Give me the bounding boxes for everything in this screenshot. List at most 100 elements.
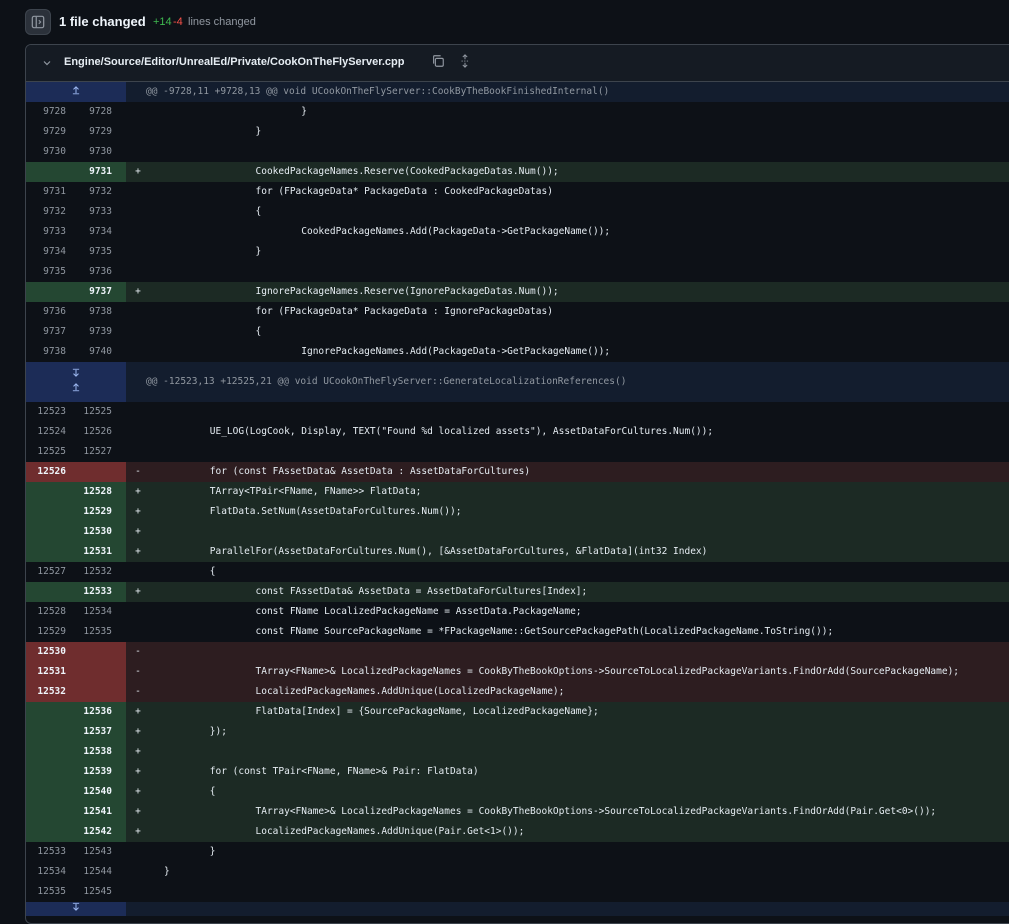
old-line-number[interactable]: 12529: [26, 622, 70, 642]
file-tree-toggle-button[interactable]: [25, 9, 51, 35]
diff-line-added: 12531 + ParallelFor(AssetDataForCultures.…: [26, 542, 1009, 562]
old-line-number[interactable]: 12526: [26, 462, 70, 482]
new-line-number[interactable]: 9732: [70, 182, 126, 202]
diff-line-context: 12527 12532 {: [26, 562, 1009, 582]
copy-path-button[interactable]: [431, 54, 445, 73]
new-line-number[interactable]: 12525: [70, 402, 126, 422]
expand-lines-button[interactable]: [26, 902, 126, 916]
new-line-number[interactable]: [70, 642, 126, 662]
old-line-number[interactable]: [26, 162, 70, 182]
new-line-number[interactable]: 9736: [70, 262, 126, 282]
new-line-number[interactable]: 12544: [70, 862, 126, 882]
old-line-number[interactable]: 12534: [26, 862, 70, 882]
new-line-number[interactable]: [70, 462, 126, 482]
expand-down-icon: [71, 368, 81, 382]
expand-all-button[interactable]: [458, 54, 472, 73]
code-text: for (const FAssetData& AssetData : Asset…: [144, 462, 1009, 482]
old-line-number[interactable]: [26, 782, 70, 802]
old-line-number[interactable]: 9730: [26, 142, 70, 162]
old-line-number[interactable]: 12531: [26, 662, 70, 682]
change-marker: [126, 302, 144, 322]
old-line-number[interactable]: [26, 542, 70, 562]
new-line-number[interactable]: 12534: [70, 602, 126, 622]
old-line-number[interactable]: 12532: [26, 682, 70, 702]
new-line-number[interactable]: 12545: [70, 882, 126, 902]
old-line-number[interactable]: 12533: [26, 842, 70, 862]
old-line-number[interactable]: [26, 762, 70, 782]
new-line-number[interactable]: 9731: [70, 162, 126, 182]
old-line-number[interactable]: 9728: [26, 102, 70, 122]
old-line-number[interactable]: [26, 502, 70, 522]
new-line-number[interactable]: 9737: [70, 282, 126, 302]
chevron-down-icon: [43, 61, 51, 66]
new-line-number[interactable]: 12540: [70, 782, 126, 802]
new-line-number[interactable]: 12536: [70, 702, 126, 722]
change-marker: +: [126, 762, 144, 782]
new-line-number[interactable]: 12537: [70, 722, 126, 742]
old-line-number[interactable]: 9735: [26, 262, 70, 282]
expand-lines-button[interactable]: [26, 362, 126, 402]
change-marker: +: [126, 542, 144, 562]
new-line-number[interactable]: 12531: [70, 542, 126, 562]
expand-lines-button[interactable]: [26, 82, 126, 102]
new-line-number[interactable]: 12528: [70, 482, 126, 502]
old-line-number[interactable]: 12535: [26, 882, 70, 902]
collapse-file-button[interactable]: [41, 56, 53, 74]
new-line-number[interactable]: 12532: [70, 562, 126, 582]
old-line-number[interactable]: [26, 702, 70, 722]
new-line-number[interactable]: 12526: [70, 422, 126, 442]
new-line-number[interactable]: 9739: [70, 322, 126, 342]
new-line-number[interactable]: 9738: [70, 302, 126, 322]
new-line-number[interactable]: 9733: [70, 202, 126, 222]
old-line-number[interactable]: [26, 802, 70, 822]
new-line-number[interactable]: 9735: [70, 242, 126, 262]
new-line-number[interactable]: 12543: [70, 842, 126, 862]
new-line-number[interactable]: 12542: [70, 822, 126, 842]
diff-line-context: 12534 12544}: [26, 862, 1009, 882]
old-line-number[interactable]: 9737: [26, 322, 70, 342]
change-marker: [126, 422, 144, 442]
old-line-number[interactable]: [26, 482, 70, 502]
new-line-number[interactable]: 12527: [70, 442, 126, 462]
new-line-number[interactable]: 9734: [70, 222, 126, 242]
old-line-number[interactable]: [26, 742, 70, 762]
old-line-number[interactable]: 9738: [26, 342, 70, 362]
old-line-number[interactable]: 9729: [26, 122, 70, 142]
old-line-number[interactable]: 9731: [26, 182, 70, 202]
new-line-number[interactable]: [70, 682, 126, 702]
old-line-number[interactable]: 12524: [26, 422, 70, 442]
old-line-number[interactable]: 9736: [26, 302, 70, 322]
file-diff: Engine/Source/Editor/UnrealEd/Private/Co…: [25, 44, 1009, 924]
old-line-number[interactable]: 12528: [26, 602, 70, 622]
new-line-number[interactable]: 9730: [70, 142, 126, 162]
old-line-number[interactable]: 12523: [26, 402, 70, 422]
new-line-number[interactable]: 9728: [70, 102, 126, 122]
new-line-number[interactable]: 12533: [70, 582, 126, 602]
old-line-number[interactable]: [26, 722, 70, 742]
old-line-number[interactable]: 9734: [26, 242, 70, 262]
new-line-number[interactable]: 12539: [70, 762, 126, 782]
old-line-number[interactable]: 9733: [26, 222, 70, 242]
new-line-number[interactable]: 12535: [70, 622, 126, 642]
change-marker: [126, 882, 144, 902]
diff-line-context: 9731 9732 for (FPackageData* PackageData …: [26, 182, 1009, 202]
old-line-number[interactable]: 12525: [26, 442, 70, 462]
old-line-number[interactable]: 9732: [26, 202, 70, 222]
old-line-number[interactable]: [26, 282, 70, 302]
diff-line-context: 9736 9738 for (FPackageData* PackageData …: [26, 302, 1009, 322]
old-line-number[interactable]: 12530: [26, 642, 70, 662]
new-line-number[interactable]: 12529: [70, 502, 126, 522]
old-line-number[interactable]: [26, 522, 70, 542]
new-line-number[interactable]: 12538: [70, 742, 126, 762]
new-line-number[interactable]: 9740: [70, 342, 126, 362]
new-line-number[interactable]: [70, 662, 126, 682]
old-line-number[interactable]: 12527: [26, 562, 70, 582]
new-line-number[interactable]: 12541: [70, 802, 126, 822]
old-line-number[interactable]: [26, 822, 70, 842]
new-line-number[interactable]: 12530: [70, 522, 126, 542]
new-line-number[interactable]: 9729: [70, 122, 126, 142]
diff-line-added: 12538 +: [26, 742, 1009, 762]
old-line-number[interactable]: [26, 582, 70, 602]
